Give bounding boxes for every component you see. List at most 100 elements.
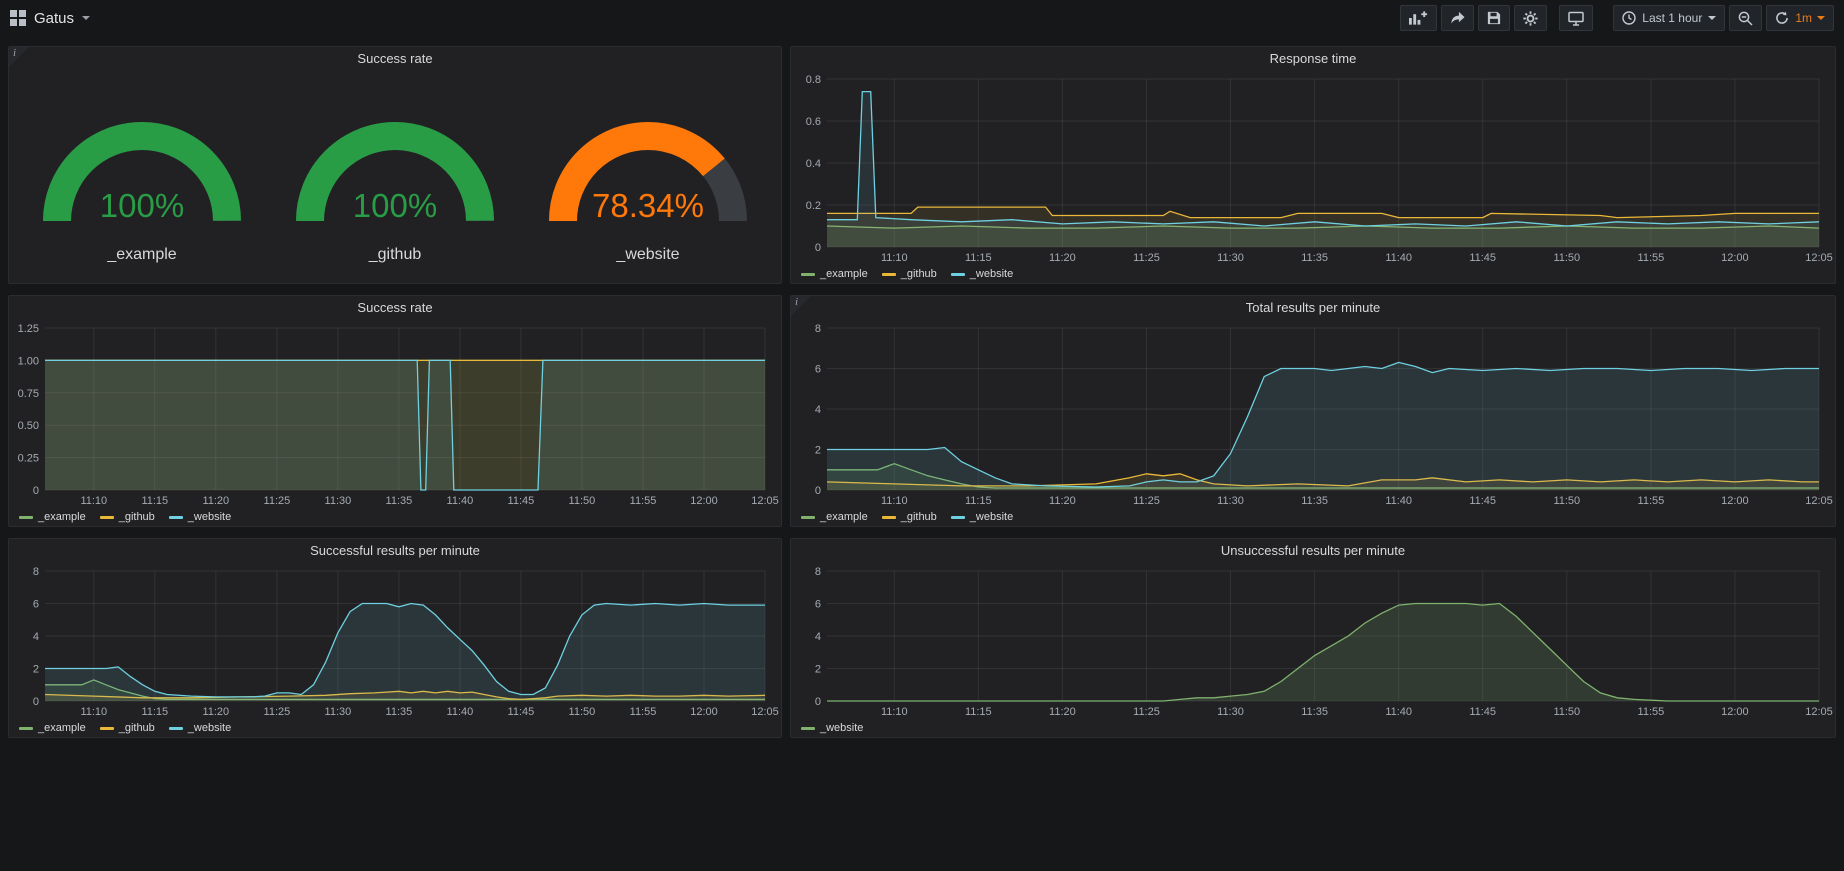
refresh-interval[interactable]: 1m bbox=[1795, 11, 1825, 25]
legend-label: _website bbox=[970, 511, 1013, 523]
svg-text:11:50: 11:50 bbox=[1553, 495, 1580, 507]
svg-text:2: 2 bbox=[815, 664, 821, 676]
refresh-interval-label: 1m bbox=[1795, 11, 1812, 25]
cycle-view-button[interactable] bbox=[1559, 5, 1593, 31]
legend-label: _example bbox=[820, 511, 868, 523]
panel-title[interactable]: Successful results per minute bbox=[9, 539, 781, 563]
legend-item-_example[interactable]: _example bbox=[801, 511, 868, 523]
gauge-_example: 100%_example bbox=[22, 91, 262, 264]
chart-legend: _example _github _website bbox=[791, 508, 1835, 526]
refresh-interval-caret-icon bbox=[1817, 16, 1825, 20]
svg-text:4: 4 bbox=[33, 631, 39, 643]
svg-text:11:10: 11:10 bbox=[80, 495, 107, 507]
successful-results-chart[interactable]: 0246811:1011:1511:2011:2511:3011:3511:40… bbox=[9, 563, 781, 737]
legend-label: _example bbox=[38, 511, 86, 523]
chart-legend: _website bbox=[791, 719, 1835, 737]
svg-text:11:30: 11:30 bbox=[1217, 495, 1244, 507]
dashboard-grid: i Success rate 100%_example100%_github 78… bbox=[0, 36, 1844, 738]
panel-info-icon[interactable]: i bbox=[9, 47, 29, 67]
legend-color-swatch bbox=[801, 727, 815, 730]
chart-canvas: 00.250.500.751.001.2511:1011:1511:2011:2… bbox=[9, 320, 781, 508]
series-_website bbox=[827, 92, 1819, 247]
save-dashboard-button[interactable] bbox=[1478, 5, 1510, 31]
dashboard-grid-icon[interactable] bbox=[10, 10, 26, 26]
panel-title[interactable]: Total results per minute bbox=[791, 296, 1835, 320]
svg-text:11:50: 11:50 bbox=[1553, 706, 1580, 718]
legend-label: _website bbox=[188, 722, 231, 734]
legend-item-_github[interactable]: _github bbox=[100, 511, 155, 523]
gauge-row: 100%_example100%_github78.34%_website bbox=[9, 71, 781, 283]
panel-title[interactable]: Response time bbox=[791, 47, 1835, 71]
gauge-value: 78.34% bbox=[592, 187, 704, 224]
chart-legend: _example _github _website bbox=[791, 265, 1835, 283]
svg-text:11:50: 11:50 bbox=[569, 706, 596, 718]
svg-text:0: 0 bbox=[33, 696, 39, 708]
svg-text:12:05: 12:05 bbox=[1805, 252, 1833, 264]
svg-text:2: 2 bbox=[815, 445, 821, 457]
svg-text:11:40: 11:40 bbox=[1385, 706, 1412, 718]
chart-canvas: 0246811:1011:1511:2011:2511:3011:3511:40… bbox=[9, 563, 781, 719]
svg-text:11:15: 11:15 bbox=[965, 495, 992, 507]
gauge-_github: 100%_github bbox=[275, 91, 515, 264]
svg-text:0.4: 0.4 bbox=[806, 158, 821, 170]
legend-label: _website bbox=[970, 268, 1013, 280]
info-glyph: i bbox=[795, 296, 798, 308]
chart-legend: _example _github _website bbox=[9, 719, 781, 737]
chart-legend: _example _github _website bbox=[9, 508, 781, 526]
legend-item-_github[interactable]: _github bbox=[882, 268, 937, 280]
panel-title[interactable]: Unsuccessful results per minute bbox=[791, 539, 1835, 563]
svg-text:11:25: 11:25 bbox=[264, 706, 291, 718]
panel-info-icon[interactable]: i bbox=[791, 296, 811, 316]
svg-text:11:35: 11:35 bbox=[386, 495, 413, 507]
legend-color-swatch bbox=[169, 516, 183, 519]
zoom-out-button[interactable] bbox=[1729, 5, 1762, 31]
legend-color-swatch bbox=[801, 273, 815, 276]
svg-text:0.75: 0.75 bbox=[18, 388, 39, 400]
svg-text:11:15: 11:15 bbox=[141, 495, 168, 507]
panel-response-time: Response time 00.20.40.60.811:1011:1511:… bbox=[790, 46, 1836, 284]
total-results-chart[interactable]: 0246811:1011:1511:2011:2511:3011:3511:40… bbox=[791, 320, 1835, 526]
time-range-picker[interactable]: Last 1 hour bbox=[1613, 5, 1725, 31]
svg-text:11:45: 11:45 bbox=[1469, 706, 1496, 718]
svg-text:12:00: 12:00 bbox=[1721, 706, 1749, 718]
legend-item-_example[interactable]: _example bbox=[801, 268, 868, 280]
gear-icon bbox=[1523, 11, 1538, 26]
svg-text:11:50: 11:50 bbox=[1553, 252, 1580, 264]
refresh-picker[interactable]: 1m bbox=[1766, 5, 1834, 31]
svg-text:0: 0 bbox=[815, 485, 821, 497]
response-time-chart[interactable]: 00.20.40.60.811:1011:1511:2011:2511:3011… bbox=[791, 71, 1835, 283]
svg-text:12:05: 12:05 bbox=[1805, 495, 1833, 507]
legend-item-_website[interactable]: _website bbox=[951, 268, 1013, 280]
panel-title[interactable]: Success rate bbox=[9, 47, 781, 71]
add-panel-button[interactable] bbox=[1400, 5, 1437, 31]
legend-item-_github[interactable]: _github bbox=[882, 511, 937, 523]
legend-item-_example[interactable]: _example bbox=[19, 511, 86, 523]
legend-item-_website[interactable]: _website bbox=[801, 722, 863, 734]
legend-item-_github[interactable]: _github bbox=[100, 722, 155, 734]
success-rate-chart[interactable]: 00.250.500.751.001.2511:1011:1511:2011:2… bbox=[9, 320, 781, 526]
add-panel-icon bbox=[1409, 11, 1428, 25]
svg-text:8: 8 bbox=[815, 566, 821, 578]
svg-text:11:15: 11:15 bbox=[141, 706, 168, 718]
refresh-icon bbox=[1775, 11, 1789, 25]
svg-text:11:25: 11:25 bbox=[1133, 495, 1160, 507]
dashboard-title[interactable]: Gatus bbox=[34, 10, 74, 27]
legend-item-_website[interactable]: _website bbox=[169, 722, 231, 734]
panel-title[interactable]: Success rate bbox=[9, 296, 781, 320]
dashboard-settings-button[interactable] bbox=[1514, 5, 1547, 31]
legend-item-_example[interactable]: _example bbox=[19, 722, 86, 734]
legend-item-_website[interactable]: _website bbox=[951, 511, 1013, 523]
dashboard-dropdown-caret-icon[interactable] bbox=[82, 16, 90, 20]
share-button[interactable] bbox=[1441, 5, 1474, 31]
legend-color-swatch bbox=[169, 727, 183, 730]
zoom-out-icon bbox=[1738, 11, 1753, 26]
svg-text:8: 8 bbox=[33, 566, 39, 578]
svg-text:4: 4 bbox=[815, 404, 821, 416]
svg-text:11:55: 11:55 bbox=[1638, 252, 1665, 264]
unsuccessful-results-chart[interactable]: 0246811:1011:1511:2011:2511:3011:3511:40… bbox=[791, 563, 1835, 737]
svg-text:11:20: 11:20 bbox=[202, 495, 229, 507]
svg-text:11:10: 11:10 bbox=[881, 252, 908, 264]
svg-text:11:30: 11:30 bbox=[1217, 252, 1244, 264]
series-_website bbox=[827, 362, 1819, 490]
legend-item-_website[interactable]: _website bbox=[169, 511, 231, 523]
